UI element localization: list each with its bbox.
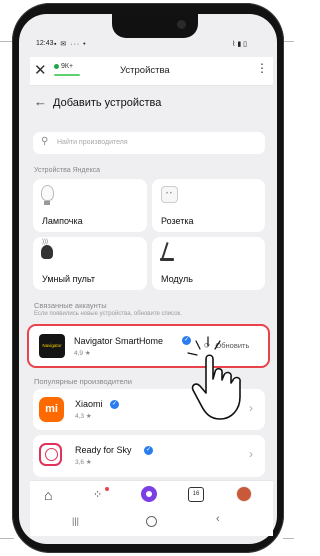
manufacturer-card-rfs[interactable]: Ready for Sky ✓ 3,6 ★ › bbox=[33, 435, 265, 477]
bulb-icon bbox=[41, 185, 54, 201]
device-tile-bulb[interactable]: Лампочка bbox=[33, 179, 147, 232]
alice-icon-inner bbox=[146, 491, 152, 497]
pointer-hand-icon bbox=[187, 336, 241, 420]
device-label: Умный пульт bbox=[42, 274, 96, 284]
device-label: Розетка bbox=[161, 216, 194, 226]
device-tile-remote[interactable]: ))) Умный пульт bbox=[33, 237, 147, 290]
home-icon[interactable]: ⌂ bbox=[44, 487, 52, 503]
back-button-icon[interactable]: ‹ bbox=[216, 513, 220, 525]
device-label: Лампочка bbox=[42, 216, 83, 226]
guide-line-bottom-right bbox=[283, 538, 294, 539]
brand-label: 9К+ bbox=[61, 63, 74, 70]
navigator-logo-text: Navigator bbox=[42, 343, 62, 348]
brand-dot-icon bbox=[54, 63, 59, 69]
status-time: 12:43 bbox=[36, 40, 54, 47]
camera-icon bbox=[177, 20, 186, 29]
bulb-base bbox=[44, 201, 50, 205]
linked-section-subtitle: Если появились новые устройства, обновит… bbox=[34, 311, 182, 317]
rfs-icon bbox=[39, 443, 62, 466]
module-icon bbox=[161, 242, 169, 259]
chevron-right-icon: › bbox=[249, 447, 253, 461]
module-base bbox=[160, 258, 174, 261]
manufacturer-name: Xiaomi bbox=[75, 399, 103, 409]
popular-section-title: Популярные производители bbox=[34, 377, 132, 386]
xiaomi-logo-text: mi bbox=[45, 403, 58, 415]
manufacturer-rating: 4,3 ★ bbox=[75, 413, 92, 420]
app-top-bar: ✕ 9К+ Устройства ⋮ bbox=[30, 57, 273, 86]
verified-badge-icon: ✓ bbox=[110, 400, 119, 409]
device-tile-module[interactable]: Модуль bbox=[152, 237, 265, 290]
page-title: Добавить устройства bbox=[53, 97, 162, 109]
rfs-icon-circle bbox=[45, 448, 58, 461]
linked-section-title: Связанные аккаунты bbox=[34, 301, 107, 310]
system-nav-bar: ||| ‹ bbox=[30, 510, 273, 536]
search-input[interactable]: ⚲ Найти производителя bbox=[33, 132, 265, 154]
home-button-icon[interactable] bbox=[146, 516, 157, 527]
alice-icon[interactable] bbox=[141, 486, 157, 502]
manufacturer-rating: 3,6 ★ bbox=[75, 459, 92, 466]
back-arrow-icon[interactable]: ← bbox=[34, 94, 47, 109]
bottom-tab-bar: ⌂ ⁘ 16 bbox=[30, 480, 273, 511]
search-icon: ⚲ bbox=[41, 136, 49, 147]
status-right-icons: ⌇ ▮ ▯ bbox=[232, 41, 248, 48]
close-icon[interactable]: ✕ bbox=[34, 61, 47, 79]
services-dot-icon bbox=[105, 487, 109, 491]
verified-badge-icon: ✓ bbox=[144, 446, 153, 455]
avatar[interactable] bbox=[236, 486, 252, 502]
top-bar-title: Устройства bbox=[120, 65, 170, 76]
status-icons: ▪ ✉ ··· • bbox=[54, 41, 87, 48]
search-placeholder: Найти производителя bbox=[57, 139, 128, 146]
xiaomi-logo: mi bbox=[39, 397, 64, 422]
brand-badge: 9К+ bbox=[54, 63, 73, 70]
socket-holes: • • bbox=[166, 191, 172, 197]
yandex-section-title: Устройства Яндекса bbox=[34, 167, 100, 174]
remote-signal: ))) bbox=[42, 239, 48, 245]
tabs-count-icon[interactable]: 16 bbox=[188, 487, 204, 502]
services-icon[interactable]: ⁘ bbox=[93, 488, 102, 501]
device-label: Модуль bbox=[161, 274, 193, 284]
guide-line-bottom-left bbox=[0, 538, 14, 539]
tabs-count: 16 bbox=[192, 491, 200, 497]
recents-icon[interactable]: ||| bbox=[72, 516, 79, 526]
brand-progress-bar bbox=[54, 74, 80, 76]
device-tile-socket[interactable]: • • Розетка bbox=[152, 179, 265, 232]
navigator-logo: Navigator bbox=[39, 334, 65, 358]
guide-line-top-right bbox=[283, 41, 294, 42]
more-icon[interactable]: ⋮ bbox=[256, 61, 268, 75]
remote-icon bbox=[41, 245, 53, 259]
account-name: Navigator SmartHome bbox=[74, 336, 164, 346]
account-rating: 4,9 ★ bbox=[74, 350, 91, 357]
manufacturer-name: Ready for Sky bbox=[75, 445, 132, 455]
